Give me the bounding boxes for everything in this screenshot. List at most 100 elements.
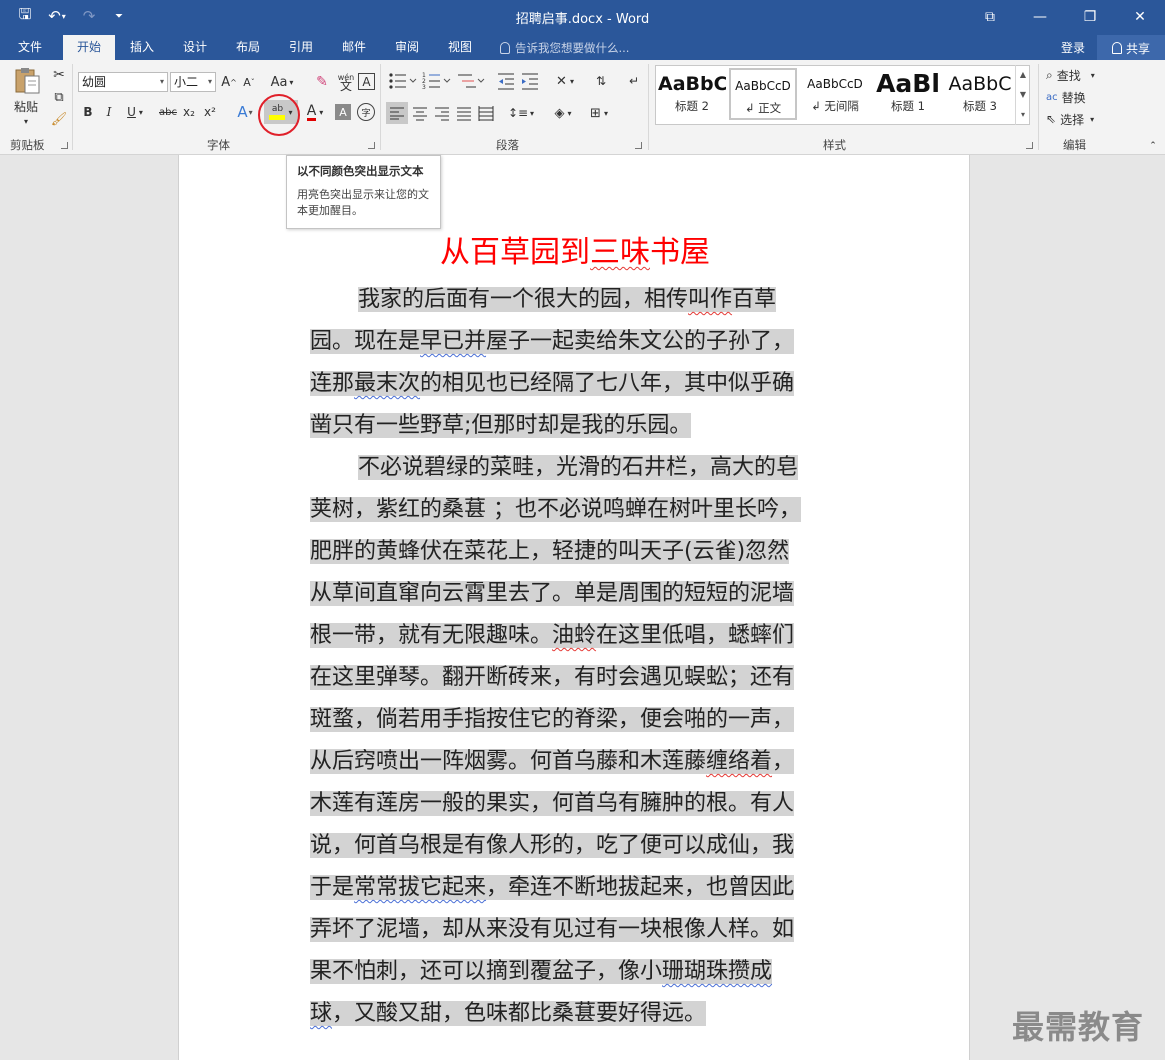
- tab-design[interactable]: 设计: [171, 35, 219, 60]
- tab-insert[interactable]: 插入: [118, 35, 166, 60]
- tell-me-box[interactable]: 告诉我您想要做什么...: [500, 40, 629, 56]
- tab-review[interactable]: 审阅: [383, 35, 431, 60]
- grammar-error-text: 常常拔它起来: [354, 875, 487, 900]
- ribbon-display-options-icon[interactable]: ⧉: [965, 0, 1015, 33]
- document-page[interactable]: 从百草园到三味书屋 我家的后面有一个很大的园，相传叫作百草 园。现在是早已并屋子…: [178, 155, 970, 1060]
- style-name-row: ↲ 无间隔: [811, 99, 859, 113]
- restore-icon[interactable]: ❐: [1065, 0, 1115, 33]
- cut-icon[interactable]: ✂: [50, 66, 68, 84]
- group-divider: [72, 64, 73, 150]
- subscript-button[interactable]: x₂: [180, 102, 198, 122]
- distributed-icon[interactable]: [477, 104, 495, 122]
- paste-button[interactable]: 粘贴: [8, 98, 44, 114]
- shading-icon[interactable]: ◈ ▾: [548, 102, 578, 124]
- scroll-down-icon[interactable]: ▼: [1016, 85, 1030, 105]
- align-center-icon[interactable]: [411, 104, 429, 122]
- chevron-down-icon: ▾: [207, 77, 212, 86]
- paste-dropdown-icon[interactable]: ▾: [14, 116, 38, 126]
- justify-icon[interactable]: [455, 104, 473, 122]
- borders-icon[interactable]: ⊞ ▾: [584, 102, 614, 124]
- shrink-font-button[interactable]: Aˇ: [240, 72, 258, 92]
- superscript-button[interactable]: x²: [201, 102, 219, 122]
- style-heading-2[interactable]: AaBbC 标题 2: [658, 68, 726, 120]
- paragraph-line: 不必说碧绿的菜畦，光滑的石井栏，高大的皂: [310, 453, 799, 483]
- styles-launcher-icon[interactable]: [1026, 142, 1033, 149]
- highlighted-text: 从后窍喷出一阵烟雾。何首乌藤和木莲藤缠络着，: [310, 749, 795, 774]
- minimize-icon[interactable]: —: [1015, 0, 1065, 33]
- paragraph-launcher-icon[interactable]: [635, 142, 642, 149]
- highlighted-text: 说，何首乌根是有像人形的，吃了便可以成仙，我: [310, 833, 795, 858]
- bullets-icon[interactable]: [388, 70, 418, 92]
- lightbulb-icon: [500, 42, 510, 54]
- share-button[interactable]: 共享: [1097, 35, 1165, 61]
- sort-icon[interactable]: ⇅: [592, 70, 610, 92]
- paragraph-line: 木莲有莲房一般的果实，何首乌有臃肿的根。有人: [310, 789, 795, 819]
- italic-button[interactable]: I: [101, 102, 117, 122]
- copy-icon[interactable]: ⧉: [50, 88, 68, 106]
- character-shading-button[interactable]: A: [335, 104, 351, 120]
- decrease-indent-icon[interactable]: [496, 70, 516, 92]
- style-preview: AaBbCcD: [735, 79, 791, 93]
- font-launcher-icon[interactable]: [368, 142, 375, 149]
- paragraph-line: 从草间直窜向云霄里去了。单是周围的短短的泥墙: [310, 579, 795, 609]
- close-icon[interactable]: ✕: [1115, 0, 1165, 33]
- align-right-icon[interactable]: [433, 104, 451, 122]
- highlighted-text: 我家的后面有一个很大的园，相传叫作百草: [358, 287, 777, 312]
- grow-font-glyph: A: [221, 74, 231, 90]
- tab-view[interactable]: 视图: [436, 35, 484, 60]
- text-effects-button[interactable]: A ▾: [232, 102, 258, 122]
- show-formatting-marks-icon[interactable]: ↵: [625, 70, 643, 92]
- tab-mailings[interactable]: 邮件: [330, 35, 378, 60]
- tab-home[interactable]: 开始: [63, 35, 115, 60]
- paragraph-line: 果不怕刺，还可以摘到覆盆子，像小珊瑚珠攒成: [310, 957, 773, 987]
- tab-layout[interactable]: 布局: [224, 35, 272, 60]
- style-heading-1[interactable]: AaBl 标题 1: [874, 68, 942, 120]
- phonetic-guide-button[interactable]: wén 文: [336, 70, 356, 94]
- multilevel-list-icon[interactable]: [456, 70, 486, 92]
- select-button[interactable]: ⇖ 选择 ▾: [1046, 110, 1108, 128]
- scroll-up-icon[interactable]: ▲: [1016, 65, 1030, 85]
- enclose-characters-button[interactable]: 字: [357, 103, 375, 121]
- tab-references[interactable]: 引用: [277, 35, 325, 60]
- numbering-icon[interactable]: 123: [422, 70, 452, 92]
- style-no-spacing[interactable]: AaBbCcD ↲ 无间隔: [801, 68, 869, 120]
- style-name: 标题 2: [675, 99, 709, 113]
- font-color-button[interactable]: A ▾: [302, 102, 328, 122]
- clear-formatting-icon[interactable]: ✎: [312, 72, 332, 92]
- text-run: 园。现在是: [310, 329, 421, 354]
- font-family-select[interactable]: 幼圆 ▾: [78, 72, 168, 92]
- character-border-glyph: A: [362, 74, 371, 89]
- character-border-button[interactable]: A: [358, 73, 375, 90]
- line-spacing-icon[interactable]: ↕≡ ▾: [506, 102, 536, 124]
- group-divider: [648, 64, 649, 150]
- style-heading-3[interactable]: AaBbC 标题 3: [946, 68, 1014, 120]
- bold-button[interactable]: B: [80, 102, 96, 122]
- underline-button[interactable]: U ▾: [122, 102, 148, 122]
- font-size-select[interactable]: 小二 ▾: [170, 72, 216, 92]
- paragraph-line: 说，何首乌根是有像人形的，吃了便可以成仙，我: [310, 831, 795, 861]
- text-run: 百草: [732, 287, 777, 312]
- style-name: 标题 3: [963, 99, 997, 113]
- align-left-icon[interactable]: [386, 102, 408, 124]
- style-normal[interactable]: AaBbCcD ↲ 正文: [729, 68, 797, 120]
- more-styles-icon[interactable]: ▾: [1016, 105, 1030, 125]
- collapse-ribbon-icon[interactable]: ⌃: [1147, 140, 1159, 152]
- paragraph-line: 园。现在是早已并屋子一起卖给朱文公的子孙了，: [310, 327, 795, 357]
- clipboard-launcher-icon[interactable]: [61, 142, 68, 149]
- chevron-down-icon: ▾: [1090, 70, 1095, 80]
- tab-file[interactable]: 文件: [5, 35, 55, 60]
- tooltip-title: 以不同颜色突出显示文本: [297, 164, 424, 178]
- strikethrough-button[interactable]: abc: [157, 102, 179, 122]
- paragraph-line: 斑蝥，倘若用手指按住它的脊梁，便会啪的一声，: [310, 705, 795, 735]
- format-painter-icon[interactable]: 🖌: [50, 110, 68, 128]
- paste-icon[interactable]: [12, 66, 42, 96]
- find-button[interactable]: ⌕ 查找 ▾: [1046, 66, 1108, 84]
- increase-indent-icon[interactable]: [520, 70, 540, 92]
- highlighted-text: 斑蝥，倘若用手指按住它的脊梁，便会啪的一声，: [310, 707, 795, 732]
- chinese-layout-icon[interactable]: ✕ ▾: [550, 70, 580, 92]
- grow-font-button[interactable]: A ^: [220, 72, 238, 92]
- login-link[interactable]: 登录: [1061, 39, 1085, 56]
- change-case-button[interactable]: Aa ▾: [268, 72, 296, 92]
- replace-button[interactable]: ac 替换: [1046, 88, 1108, 106]
